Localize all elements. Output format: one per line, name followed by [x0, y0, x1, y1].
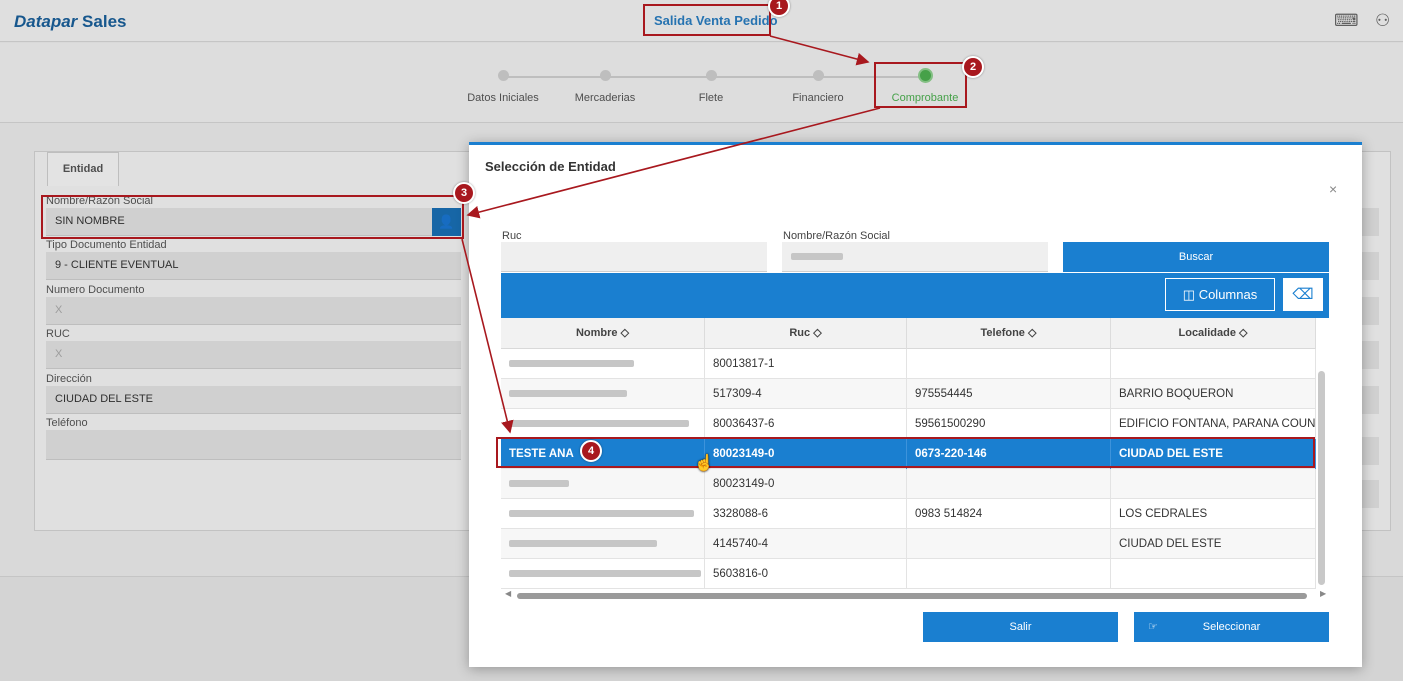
annotation-arrows	[461, 35, 881, 434]
annotation-badge-4: 4	[580, 440, 602, 462]
hand-cursor-icon: ☝	[694, 455, 714, 472]
annotation-badge-3: 3	[453, 182, 475, 204]
annotation-badge-2: 2	[962, 56, 984, 78]
